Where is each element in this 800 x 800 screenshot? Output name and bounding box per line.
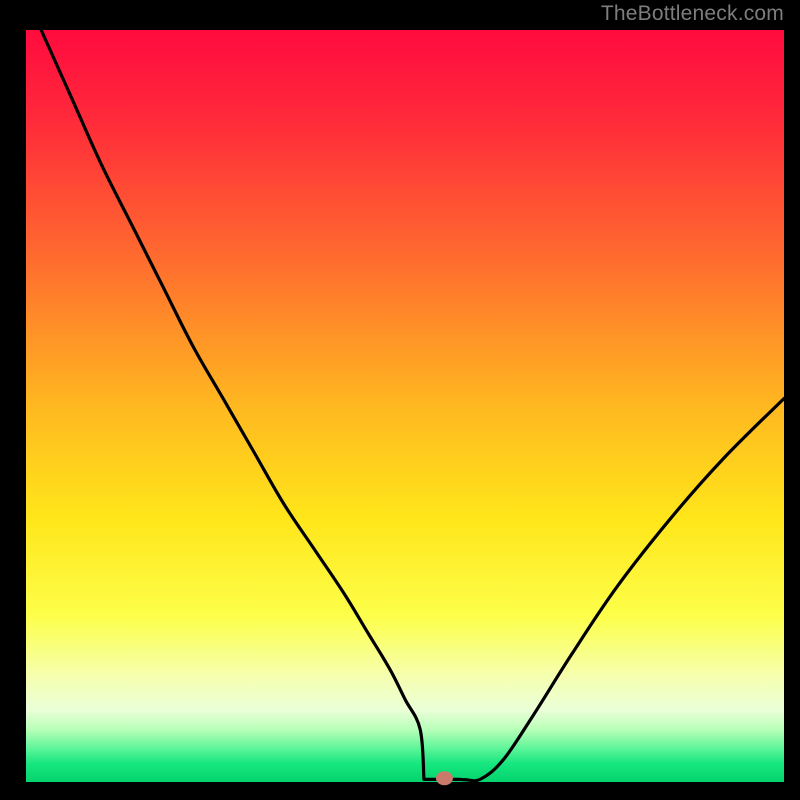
plot-area (26, 30, 784, 782)
optimal-marker (436, 771, 453, 785)
bottleneck-chart (0, 0, 800, 800)
chart-frame: TheBottleneck.com (0, 0, 800, 800)
